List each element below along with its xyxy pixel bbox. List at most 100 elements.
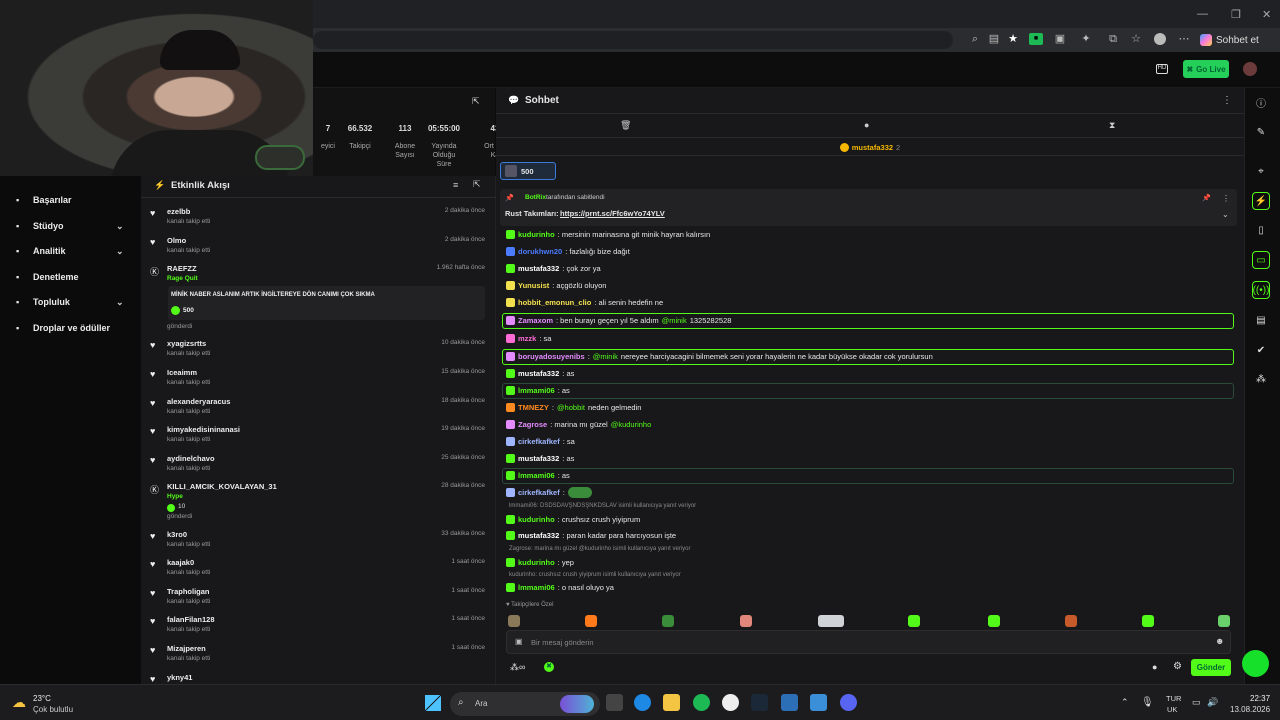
feed-item[interactable]: ♥ Trapholigan kanalı takip etti 1 saat önce [150, 587, 488, 607]
chat-username[interactable]: dorukhwn20 [518, 247, 562, 256]
microphone-icon[interactable]: 🎙 [1141, 697, 1154, 708]
feed-username[interactable]: falanFilan128 [167, 615, 215, 624]
chat-mention[interactable]: @hobbit [557, 403, 585, 412]
feed-item[interactable]: ♥ ezelbb kanalı takip etti 2 dakika önce [150, 207, 488, 227]
feed-item[interactable]: ♥ Iceaimm kanalı takip etti 15 dakika önce [150, 368, 488, 388]
feed-username[interactable]: xyagizsrtts [167, 339, 206, 348]
emote-icon[interactable] [1065, 615, 1077, 627]
copilot-button[interactable]: Sohbet et [1200, 30, 1259, 50]
emote-icon[interactable] [508, 615, 520, 627]
chat-username[interactable]: kudurinho [518, 558, 555, 567]
feed-item[interactable]: ♥ kimyakedisininanasi kanalı takip etti 19 … [150, 425, 488, 445]
chat-username[interactable]: cirkefkafkef [518, 488, 560, 497]
pinned-link[interactable]: https://prnt.sc/Ffc6wYo74YLV [560, 209, 665, 218]
popout-icon[interactable]: ⇱ [472, 96, 480, 107]
chat-message[interactable]: dorukhwn20: fazlalığı bize dağıt [506, 245, 630, 258]
nav-item-4[interactable]: ▪ Topluluk ⌄ [16, 297, 124, 308]
wrench-icon[interactable]: ✔ [1252, 341, 1270, 359]
feed-username[interactable]: kimyakedisininanasi [167, 425, 240, 434]
chat-mention[interactable]: @minik [662, 316, 687, 325]
feed-username[interactable]: Olmo [167, 236, 186, 245]
chat-username[interactable]: lmmami06 [518, 386, 555, 395]
chat-mention[interactable]: @kudurinho [611, 420, 652, 429]
feed-username[interactable]: k3ro0 [167, 530, 187, 539]
trash-icon[interactable]: 🗑 [620, 120, 631, 131]
feed-item[interactable]: ♥ k3ro0 kanalı takip etti 33 dakika önce [150, 530, 488, 550]
chat-message[interactable]: Zamaxom: ben burayı geçen yıl 5e aldım @… [506, 314, 731, 327]
chat-message[interactable]: mzzk: sa [506, 332, 551, 345]
broadcast-icon[interactable]: ((•)) [1252, 281, 1270, 299]
extension-icon[interactable]: ■ [1029, 33, 1043, 45]
chat-username[interactable]: mustafa332 [518, 369, 559, 378]
edge-icon[interactable] [634, 694, 651, 711]
spotify-icon[interactable] [693, 694, 710, 711]
pinned-menu-icon[interactable]: ⋮ [1222, 194, 1230, 203]
chat-message[interactable]: TMNEZY: @hobbit neden gelmedin [506, 401, 641, 414]
chat-username[interactable]: cirkefkafkef [518, 437, 560, 446]
start-icon[interactable] [425, 695, 441, 711]
discord-icon[interactable] [840, 694, 857, 711]
gift-chip[interactable]: 500 [500, 162, 556, 180]
floating-action-button[interactable] [1242, 650, 1269, 677]
feed-username[interactable]: ykny41 [167, 673, 192, 682]
chat-username[interactable]: mustafa332 [518, 264, 559, 273]
gear-icon[interactable]: ⚙ [1173, 661, 1182, 672]
chat-message[interactable]: mustafa332: as [506, 452, 574, 465]
chat-icon[interactable]: ▭ [1252, 251, 1270, 269]
chat-username[interactable]: lmmami06 [518, 583, 555, 592]
feed-username[interactable]: KILLI_AMCIK_KOVALAYAN_31 [167, 482, 277, 491]
extension-2-icon[interactable]: ▣ [1054, 33, 1066, 45]
info-icon[interactable]: ⓘ [1252, 93, 1270, 111]
feed-item[interactable]: ♥ Mizajperen kanalı takip etti 1 saat önce [150, 644, 488, 664]
popout-icon[interactable]: ⇱ [473, 179, 481, 190]
chat-message[interactable]: mustafa332: paran kadar para harcıyosun … [506, 529, 676, 542]
chat-message[interactable]: lmmami06: as [506, 469, 570, 482]
chat-message[interactable]: cirkefkafkef: sa [506, 435, 575, 448]
emote-icon[interactable] [740, 615, 752, 627]
nav-item-0[interactable]: ▪ Başarılar [16, 195, 72, 205]
send-button[interactable]: Gönder [1191, 659, 1231, 676]
chat-message[interactable]: kudurinho: crushsız crush yiyiprum [506, 513, 640, 526]
feed-item[interactable]: Ⓚ KILLI_AMCIK_KOVALAYAN_31 Hype 28 dakika ö… [150, 482, 488, 520]
chat-message[interactable]: kudurinho: mersinin marinasına git minik… [506, 228, 710, 241]
chevron-up-icon[interactable]: ⌃ [1121, 697, 1129, 708]
feed-username[interactable]: Trapholigan [167, 587, 210, 596]
puzzle-icon[interactable]: ✦ [1080, 33, 1092, 45]
profile-avatar[interactable] [1154, 33, 1166, 45]
nav-item-2[interactable]: ▪ Analitik ⌄ [16, 246, 124, 257]
filter-icon[interactable]: ≡ [453, 180, 458, 190]
emote-icon[interactable] [1142, 615, 1154, 627]
feed-username[interactable]: aydinelchavo [167, 454, 215, 463]
feed-item[interactable]: ♥ aydinelchavo kanalı takip etti 25 dakika … [150, 454, 488, 474]
clipboard-icon[interactable]: ▯ [1252, 221, 1270, 239]
chat-input[interactable]: ▣ Bir mesaj gönderin ☻ [506, 630, 1231, 654]
more-menu-icon[interactable]: ⋯ [1178, 33, 1190, 45]
file-explorer-icon[interactable] [663, 694, 680, 711]
hourglass-icon[interactable]: ⧗ [1109, 120, 1115, 131]
collections-icon[interactable]: ☆ [1130, 33, 1142, 45]
chevron-down-icon[interactable]: ⌄ [1222, 210, 1229, 219]
unpin-icon[interactable]: 📌 [1202, 194, 1211, 202]
emote-icon[interactable] [662, 615, 674, 627]
feed-username[interactable]: Mizajperen [167, 644, 206, 653]
nav-item-5[interactable]: ▪ Droplar ve ödüller [16, 323, 110, 333]
nav-item-3[interactable]: ▪ Denetleme [16, 272, 79, 282]
feed-item[interactable]: Ⓚ RAEFZZ Rage Quit 1.962 hafta önce MİNİK NA… [150, 264, 488, 330]
kick-coin-icon[interactable]: ✖ [544, 662, 554, 672]
chat-username[interactable]: mustafa332 [518, 454, 559, 463]
emote-icon[interactable] [908, 615, 920, 627]
chat-username[interactable]: Yunusist [518, 281, 549, 290]
chat-menu-icon[interactable]: ⋮ [1222, 95, 1232, 106]
chat-message[interactable]: kudurinho: yep [506, 556, 574, 569]
photos-icon[interactable] [810, 694, 827, 711]
feed-item[interactable]: ♥ kaajak0 kanalı takip etti 1 saat önce [150, 558, 488, 578]
chat-username[interactable]: kudurinho [518, 515, 555, 524]
chat-username[interactable]: mustafa332 [518, 531, 559, 540]
feed-item[interactable]: ♥ falanFilan128 kanalı takip etti 1 saat ön… [150, 615, 488, 635]
favorite-star-icon[interactable]: ★ [1007, 33, 1019, 45]
minimize-icon[interactable]: — [1197, 8, 1208, 20]
feed-username[interactable]: kaajak0 [167, 558, 194, 567]
emote-icon[interactable] [818, 615, 844, 627]
feed-item[interactable]: ♥ alexanderyaracus kanalı takip etti 18 dak… [150, 397, 488, 417]
feed-username[interactable]: ezelbb [167, 207, 190, 216]
